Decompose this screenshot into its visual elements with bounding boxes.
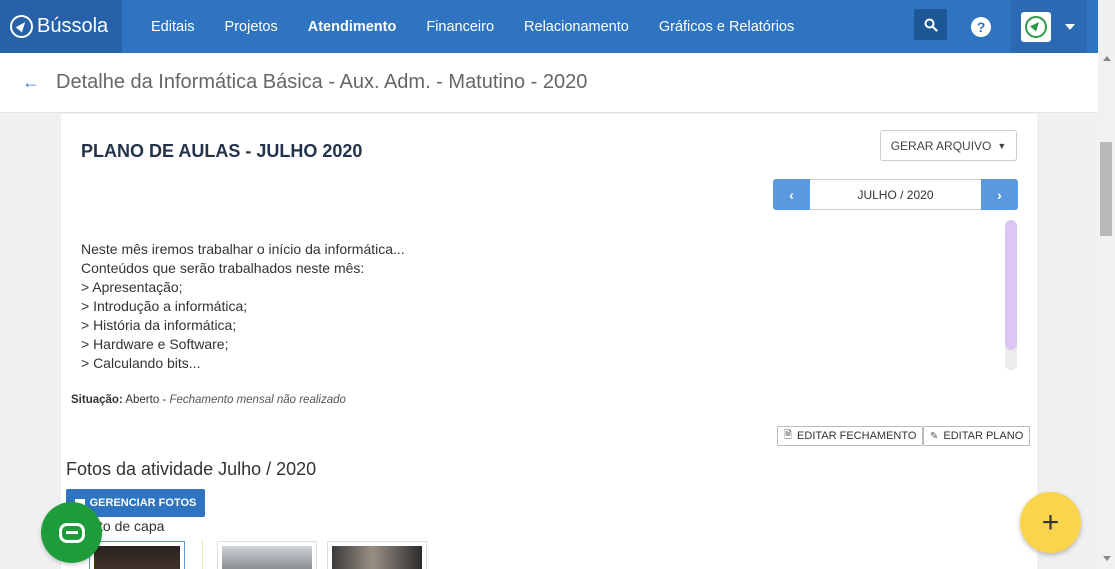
status-label: Situação:	[71, 394, 123, 406]
help-icon[interactable]: ?	[971, 17, 991, 37]
plan-card: PLANO DE AULAS - JULHO 2020 GERAR ARQUIV…	[61, 114, 1037, 569]
divider	[202, 539, 203, 569]
month-label: JULHO / 2020	[810, 179, 981, 210]
content-scrollbar-thumb[interactable]	[1005, 220, 1017, 350]
plan-line: Neste mês iremos trabalhar o início da i…	[81, 241, 405, 257]
photo-image	[332, 546, 422, 569]
photos-title: Fotos da atividade Julho / 2020	[66, 459, 317, 479]
photo-thumbnail[interactable]	[89, 541, 185, 569]
edit-icon: ✎	[930, 430, 939, 442]
photo-image	[222, 546, 312, 569]
brand-name: Bússola	[37, 15, 109, 37]
search-button[interactable]	[914, 9, 947, 40]
chevron-down-icon	[1065, 23, 1075, 30]
prev-month-button[interactable]: ‹	[773, 179, 810, 210]
plan-line: > História da informática;	[81, 317, 237, 333]
nav-item-editais[interactable]: Editais	[151, 19, 195, 35]
edit-closing-button[interactable]: 🗎 EDITAR FECHAMENTO	[777, 426, 924, 446]
plan-line: > Calculando bits...	[81, 355, 201, 371]
status-separator: -	[159, 394, 170, 406]
avatar	[1021, 11, 1051, 42]
plan-line: > Hardware e Software;	[81, 336, 229, 352]
nav-item-projetos[interactable]: Projetos	[225, 19, 278, 35]
nav-item-graficos-relatorios[interactable]: Gráficos e Relatórios	[659, 19, 794, 35]
photo-thumbnail[interactable]	[327, 541, 427, 569]
document-icon: 🗎	[784, 429, 793, 441]
nav-item-atendimento[interactable]: Atendimento	[308, 19, 397, 35]
page-title: Detalhe da Informática Básica - Aux. Adm…	[56, 71, 588, 93]
generate-file-label: GERAR ARQUIVO	[890, 138, 992, 153]
scroll-up-icon[interactable]	[1103, 56, 1111, 61]
edit-plan-button[interactable]: ✎ EDITAR PLANO	[923, 426, 1031, 446]
add-button[interactable]: +	[1020, 492, 1081, 553]
scroll-down-icon[interactable]	[1103, 556, 1111, 561]
chevron-down-icon: ▼	[997, 140, 1007, 151]
compass-icon	[10, 15, 33, 38]
page-header: ← Detalhe da Informática Básica - Aux. A…	[0, 53, 1098, 113]
manage-photos-label: GERENCIAR FOTOS	[89, 497, 197, 509]
nav-item-financeiro[interactable]: Financeiro	[426, 19, 494, 35]
status-line: Situação: Aberto - Fechamento mensal não…	[71, 394, 346, 406]
page-scrollbar[interactable]	[1098, 53, 1115, 569]
photo-thumbnail[interactable]	[217, 541, 317, 569]
compass-icon	[1025, 15, 1047, 38]
plan-line: Conteúdos que serão trabalhados neste mê…	[81, 260, 365, 276]
top-navbar: Bússola Editais Projetos Atendimento Fin…	[0, 0, 1098, 53]
chat-icon	[58, 522, 85, 543]
edit-closing-label: EDITAR FECHAMENTO	[797, 430, 917, 442]
nav-item-relacionamento[interactable]: Relacionamento	[524, 19, 629, 35]
brand-logo[interactable]: Bússola	[0, 0, 122, 53]
month-selector: ‹ JULHO / 2020 ›	[773, 179, 1018, 211]
status-value: Aberto	[125, 394, 160, 406]
main-nav: Editais Projetos Atendimento Financeiro …	[136, 19, 809, 35]
plus-icon: +	[1041, 505, 1060, 539]
plan-line: > Introdução a informática;	[81, 298, 248, 314]
edit-plan-label: EDITAR PLANO	[943, 430, 1024, 442]
next-month-button[interactable]: ›	[981, 179, 1018, 210]
cover-photo-label: to de capa	[99, 518, 165, 534]
plan-content: Neste mês iremos trabalhar o início da i…	[81, 240, 405, 373]
generate-file-button[interactable]: GERAR ARQUIVO ▼	[880, 130, 1017, 161]
chat-button[interactable]	[41, 502, 102, 563]
search-icon	[924, 18, 938, 32]
user-menu[interactable]	[1011, 0, 1087, 53]
plan-title: PLANO DE AULAS - JULHO 2020	[81, 141, 363, 161]
photo-image	[94, 546, 180, 569]
status-note: Fechamento mensal não realizado	[169, 394, 346, 406]
back-arrow-icon[interactable]: ←	[22, 72, 40, 93]
page-scrollbar-thumb[interactable]	[1100, 142, 1112, 236]
plan-line: > Apresentação;	[81, 279, 183, 295]
